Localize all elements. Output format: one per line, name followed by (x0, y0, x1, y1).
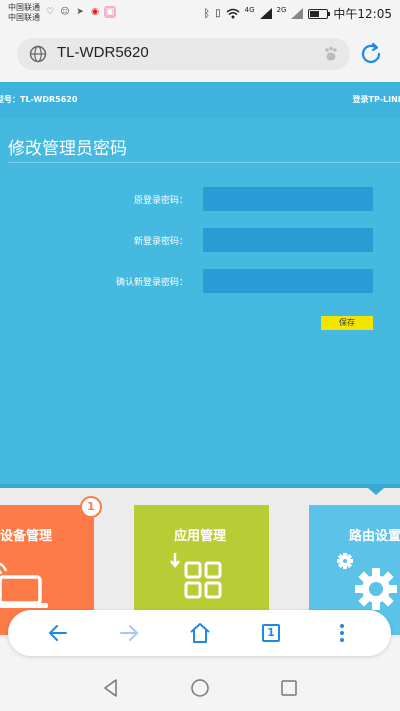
page-title: 修改管理员密码 (8, 139, 127, 159)
browser-toolbar: 1 (8, 610, 391, 656)
tab-count: 1 (262, 624, 280, 642)
paw-icon[interactable] (322, 45, 340, 63)
confirm-password-input[interactable] (203, 269, 373, 293)
signal-2-icon: 2G (276, 5, 287, 14)
model-label: 型号：TL-WDR5620 (0, 95, 78, 104)
more-icon[interactable] (330, 621, 354, 645)
menu-caret (368, 488, 384, 495)
signal-bars-1-icon (259, 8, 272, 19)
url-text: TL-WDR5620 (57, 44, 149, 61)
globe-icon (29, 45, 47, 63)
app-icon: ▣ (104, 6, 116, 18)
tabs-button[interactable]: 1 (259, 621, 283, 645)
weibo-icon: ◉ (91, 7, 99, 17)
home-icon[interactable] (188, 621, 212, 645)
apps-grid-icon (170, 553, 222, 599)
confirm-password-label: 确认新登录密码： (115, 278, 188, 288)
bluetooth-icon: ᛒ (203, 7, 211, 20)
notification-icons: ♡ ☺ ➤ ◉ ▣ (44, 6, 116, 18)
nav-back-icon[interactable] (101, 678, 121, 698)
old-password-label: 原登录密码： (133, 196, 188, 206)
address-bar[interactable]: TL-WDR5620 (17, 38, 350, 70)
notification-badge: 1 (80, 496, 102, 518)
clock: 中午12:05 (333, 7, 392, 21)
back-icon[interactable] (46, 621, 70, 645)
status-right: ᛒ ▯ 4G 2G 中午12:05 (204, 5, 393, 22)
tile-device-label: 设备管理 (0, 529, 53, 544)
carrier-2: 中国联通 (8, 13, 40, 22)
save-button[interactable]: 保存 (321, 316, 373, 330)
router-admin-page: 型号：TL-WDR5620 登录TP-LINK 修改管理员密码 原登录密码： 新… (0, 82, 400, 488)
wifi-icon (226, 8, 240, 19)
login-link[interactable]: 登录TP-LINK (353, 94, 400, 105)
system-nav-bar (0, 664, 400, 711)
vibrate-icon: ▯ (215, 8, 221, 19)
new-password-input[interactable] (203, 228, 373, 252)
nav-home-icon[interactable] (190, 678, 210, 698)
carrier-labels: 中国联通 中国联通 (8, 3, 40, 23)
laptop-icon (0, 562, 48, 608)
forward-icon[interactable] (117, 621, 141, 645)
status-bar: 中国联通 中国联通 ♡ ☺ ➤ ◉ ▣ ᛒ ▯ 4G 2G 中午12:05 (0, 0, 400, 28)
signal-bars-2-icon (291, 8, 304, 19)
browser-url-row: TL-WDR5620 (0, 28, 400, 80)
title-divider (8, 162, 400, 163)
old-password-input[interactable] (203, 187, 373, 211)
battery-icon (308, 8, 331, 19)
gear-icon (337, 553, 397, 610)
reload-icon[interactable] (358, 41, 384, 67)
signal-1-icon: 4G (244, 5, 255, 14)
tile-app-label: 应用管理 (174, 529, 227, 544)
nav-recents-icon[interactable] (279, 678, 299, 698)
carrier-1: 中国联通 (8, 3, 40, 12)
router-header: 型号：TL-WDR5620 登录TP-LINK (0, 82, 400, 118)
heart-icon: ♡ (45, 7, 55, 17)
tile-router-label: 路由设置 (349, 529, 400, 544)
new-password-label: 新登录密码： (133, 237, 188, 247)
qq-icon: ☺ (60, 7, 70, 17)
paper-plane-icon: ➤ (76, 7, 84, 17)
battery-fill (310, 10, 320, 17)
